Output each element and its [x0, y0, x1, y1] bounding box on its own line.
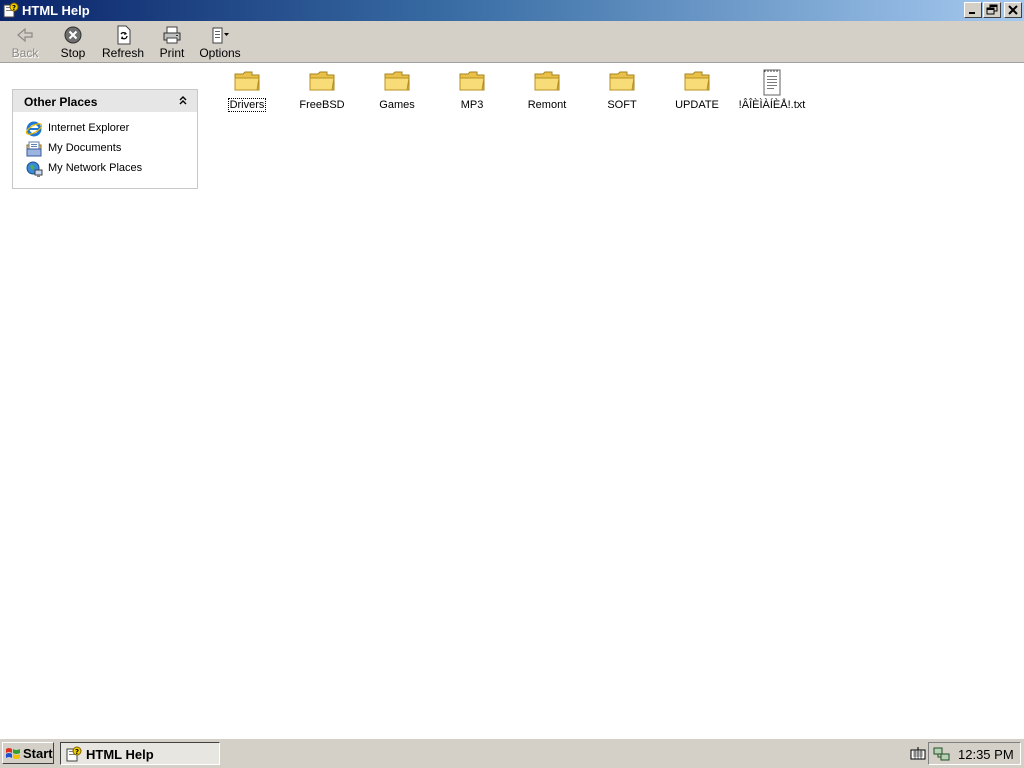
- file-name: !ÂÎÈÌÀÍÈÅ!.txt: [738, 99, 806, 111]
- options-button[interactable]: Options: [198, 23, 242, 61]
- network-places-icon: [26, 161, 43, 177]
- my-documents-icon: [26, 141, 42, 157]
- folder-icon: [609, 71, 635, 91]
- stop-icon: [64, 26, 82, 44]
- file-name: SOFT: [607, 99, 637, 111]
- folder-item[interactable]: SOFT: [586, 67, 658, 117]
- start-label: Start: [23, 746, 53, 761]
- back-arrow-icon: [17, 27, 33, 43]
- windows-logo-icon: [6, 748, 20, 759]
- help-book-icon: ?: [3, 2, 19, 18]
- folder-icon: [234, 71, 260, 91]
- close-icon: [1008, 5, 1018, 15]
- folder-item[interactable]: Drivers: [211, 67, 283, 117]
- folder-icon: [384, 71, 410, 91]
- network-connection-icon[interactable]: [933, 746, 951, 762]
- folder-icon: [309, 71, 335, 91]
- collapse-chevron-icon[interactable]: [176, 94, 190, 108]
- start-button[interactable]: Start: [2, 742, 54, 764]
- window-title: HTML Help: [22, 3, 90, 18]
- folder-item[interactable]: Games: [361, 67, 433, 117]
- print-button[interactable]: Print: [156, 23, 188, 61]
- options-label: Options: [199, 46, 241, 60]
- place-my-documents[interactable]: My Documents: [25, 140, 185, 158]
- folder-item[interactable]: FreeBSD: [286, 67, 358, 117]
- other-places-panel: Other Places Internet Explorer My Docume…: [12, 89, 198, 189]
- place-label: My Documents: [48, 142, 122, 154]
- options-icon: [212, 27, 229, 44]
- file-name: Drivers: [227, 98, 267, 112]
- place-internet-explorer[interactable]: Internet Explorer: [25, 120, 185, 138]
- restore-icon: [986, 4, 998, 15]
- text-file-item[interactable]: !ÂÎÈÌÀÍÈÅ!.txt: [736, 67, 808, 117]
- toolbar: Back Stop Refresh Print Options: [0, 21, 1024, 63]
- other-places-header[interactable]: Other Places: [13, 90, 197, 112]
- restore-button[interactable]: [983, 2, 1001, 18]
- taskbar: Start ? HTML Help 12:35 PM: [0, 738, 1024, 768]
- folder-item[interactable]: Remont: [511, 67, 583, 117]
- text-document-icon: [763, 69, 781, 96]
- html-help-window: ? HTML Help Back Stop Refresh Print Opti…: [0, 0, 1024, 738]
- folder-view[interactable]: Other Places Internet Explorer My Docume…: [0, 63, 1024, 738]
- taskbar-html-help-button[interactable]: ? HTML Help: [60, 742, 220, 765]
- folder-item[interactable]: MP3: [436, 67, 508, 117]
- folder-item[interactable]: UPDATE: [661, 67, 733, 117]
- place-label: Internet Explorer: [48, 122, 130, 134]
- folder-icon: [459, 71, 485, 91]
- folder-icon: [684, 71, 710, 91]
- close-button[interactable]: [1004, 2, 1022, 18]
- file-name: Remont: [527, 99, 567, 111]
- file-name: FreeBSD: [299, 99, 345, 111]
- refresh-label: Refresh: [101, 46, 145, 60]
- back-label: Back: [11, 46, 39, 60]
- minimize-icon: [969, 12, 975, 14]
- file-name: Games: [379, 99, 415, 111]
- other-places-title: Other Places: [24, 95, 98, 109]
- internet-explorer-icon: [25, 121, 43, 137]
- title-bar[interactable]: ? HTML Help: [0, 0, 1024, 21]
- keyboard-icon[interactable]: [910, 746, 926, 760]
- folder-icon: [534, 71, 560, 91]
- minimize-button[interactable]: [964, 2, 982, 18]
- printer-icon: [163, 26, 181, 44]
- svg-text:?: ?: [12, 4, 16, 12]
- place-my-network-places[interactable]: My Network Places: [25, 160, 185, 178]
- stop-label: Stop: [60, 46, 86, 60]
- refresh-icon: [117, 25, 131, 45]
- task-label: HTML Help: [86, 747, 154, 762]
- stop-button[interactable]: Stop: [56, 23, 90, 61]
- help-book-icon: ?: [66, 746, 82, 762]
- svg-text:?: ?: [75, 748, 79, 756]
- system-tray: 12:35 PM: [928, 742, 1021, 765]
- file-name: MP3: [460, 99, 484, 111]
- refresh-button[interactable]: Refresh: [101, 23, 145, 61]
- place-label: My Network Places: [48, 162, 143, 174]
- back-button[interactable]: Back: [6, 23, 44, 61]
- file-name: UPDATE: [675, 99, 719, 111]
- print-label: Print: [159, 46, 185, 60]
- clock: 12:35 PM: [958, 747, 1014, 762]
